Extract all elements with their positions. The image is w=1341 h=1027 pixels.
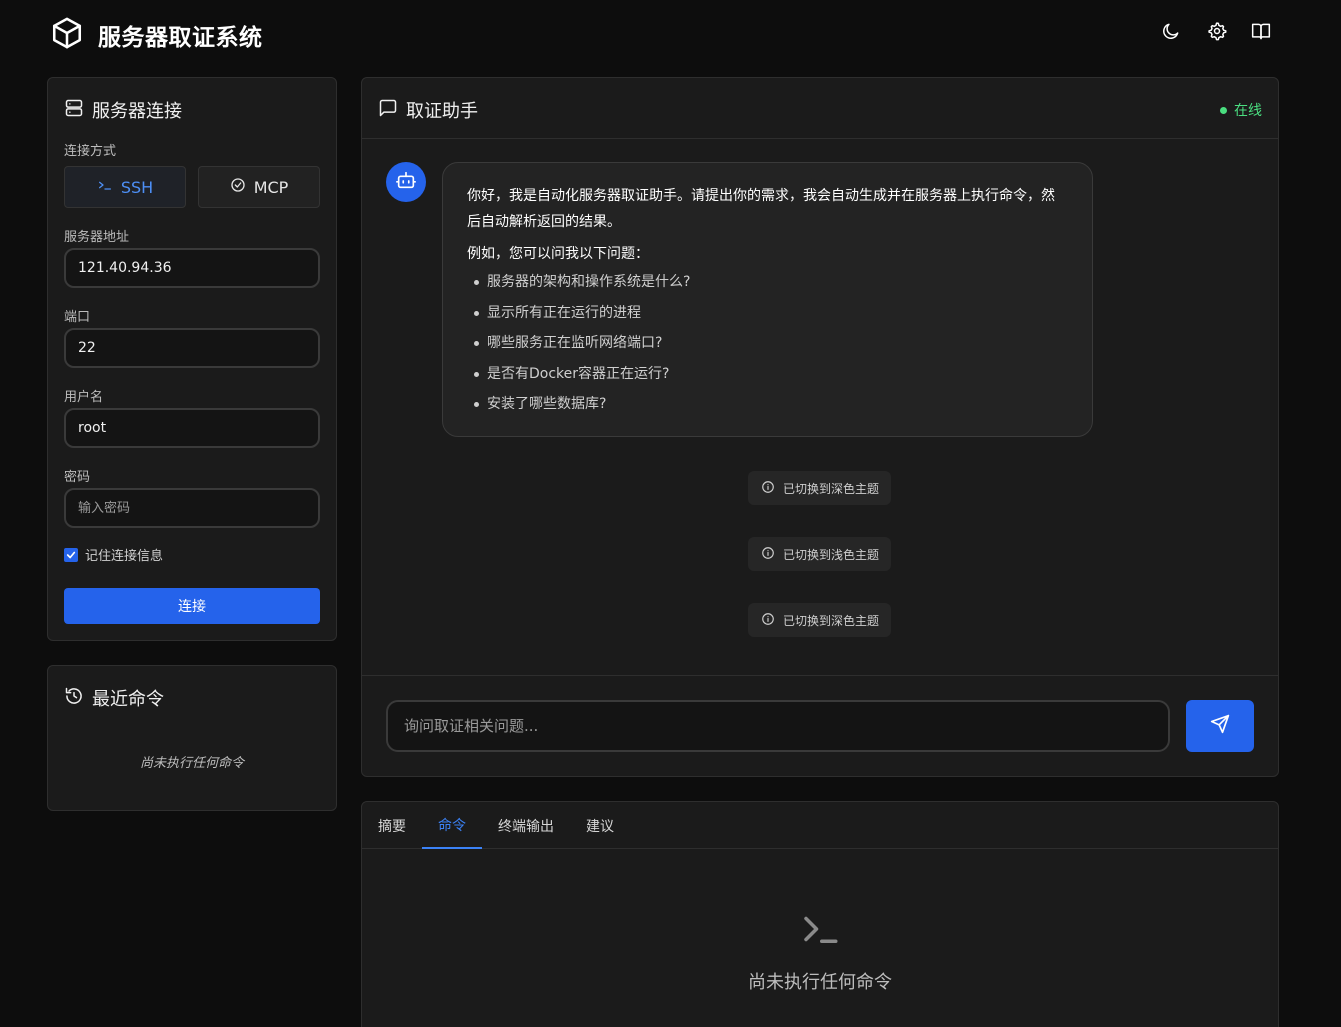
settings-button[interactable] — [1205, 21, 1229, 45]
password-input[interactable] — [64, 488, 320, 528]
status-text: 在线 — [1234, 103, 1262, 119]
connection-card-title: 服务器连接 — [92, 101, 182, 122]
info-icon — [761, 480, 775, 497]
port-input[interactable] — [64, 328, 320, 368]
example-questions-list: 服务器的架构和操作系统是什么? 显示所有正在运行的进程 哪些服务正在监听网络端口… — [467, 267, 1068, 420]
password-label: 密码 — [64, 470, 91, 485]
username-label: 用户名 — [64, 390, 104, 405]
terminal-icon — [799, 908, 841, 954]
connection-card-header: 服务器连接 — [64, 97, 182, 123]
recent-card-title: 最近命令 — [92, 689, 164, 710]
chat-header: 取证助手 — [378, 97, 478, 123]
list-item[interactable]: 显示所有正在运行的进程 — [467, 298, 1068, 329]
results-tabs: 摘要 命令 终端输出 建议 — [362, 802, 1278, 849]
tab-commands[interactable]: 命令 — [422, 802, 482, 849]
theme-toggle-button[interactable] — [1159, 21, 1183, 45]
server-connection-card: 服务器连接 连接方式 SSH MCP 服务器地址 端口 — [47, 77, 337, 641]
send-icon — [1210, 714, 1230, 738]
chat-title: 取证助手 — [406, 101, 478, 122]
assistant-message-bubble: 你好，我是自动化服务器取证助手。请提出你的需求，我会自动生成并在服务器上执行命令… — [442, 162, 1093, 437]
tab-suggestions[interactable]: 建议 — [570, 802, 630, 849]
send-button[interactable] — [1186, 700, 1254, 752]
app-title: 服务器取证系统 — [98, 25, 263, 51]
ssh-method-button[interactable]: SSH — [64, 166, 186, 208]
results-card: 摘要 命令 终端输出 建议 尚未执行任何命令 — [361, 801, 1279, 1027]
system-note-text: 已切换到深色主题 — [783, 481, 880, 496]
tab-terminal-output[interactable]: 终端输出 — [486, 802, 566, 849]
remember-checkbox[interactable] — [64, 547, 78, 562]
remember-connection-row[interactable]: 记住连接信息 — [64, 545, 163, 564]
status-dot — [1220, 106, 1227, 114]
list-item[interactable]: 哪些服务正在监听网络端口? — [467, 328, 1068, 359]
server-icon — [64, 98, 84, 123]
docs-button[interactable] — [1249, 21, 1273, 45]
online-status: 在线 — [1220, 100, 1262, 120]
cube-logo-icon — [50, 16, 84, 50]
mcp-method-label: MCP — [253, 177, 289, 197]
chat-input-divider — [362, 675, 1278, 676]
book-icon — [1251, 21, 1271, 45]
remember-label: 记住连接信息 — [85, 549, 164, 564]
top-header: 服务器取证系统 — [0, 0, 1341, 68]
ssh-method-label: SSH — [120, 177, 154, 197]
moon-icon — [1161, 21, 1181, 45]
recent-commands-card: 最近命令 尚未执行任何命令 — [47, 665, 337, 811]
check-circle-icon — [230, 177, 246, 197]
system-note: 已切换到浅色主题 — [748, 537, 891, 571]
tab-summary[interactable]: 摘要 — [366, 802, 418, 849]
message-square-icon — [378, 98, 398, 123]
mcp-method-button[interactable]: MCP — [198, 166, 320, 208]
host-label: 服务器地址 — [64, 230, 130, 245]
app-root: 服务器取证系统 服务器连接 连接方式 SSH MCP 服务器地址 121.40.… — [0, 0, 1341, 1027]
connection-method-label: 连接方式 — [64, 144, 117, 159]
info-icon — [761, 546, 775, 563]
assistant-chat-card: 取证助手 在线 你好，我是自动化服务器取证助手。请提出你的需求，我会自动生成并在… — [361, 77, 1279, 777]
recent-card-header: 最近命令 — [64, 685, 164, 711]
greeting-text: 你好，我是自动化服务器取证助手。请提出你的需求，我会自动生成并在服务器上执行命令… — [467, 188, 1055, 230]
bot-icon — [395, 169, 417, 195]
port-label: 端口 — [64, 310, 91, 325]
host-input[interactable] — [64, 248, 320, 288]
username-input[interactable] — [64, 408, 320, 448]
system-note: 已切换到深色主题 — [748, 603, 891, 637]
terminal-icon — [97, 177, 113, 197]
system-note-text: 已切换到深色主题 — [783, 613, 880, 628]
list-item[interactable]: 服务器的架构和操作系统是什么? — [467, 267, 1068, 298]
chat-input[interactable] — [386, 700, 1170, 752]
connect-button[interactable]: 连接 — [64, 588, 320, 624]
list-item[interactable]: 是否有Docker容器正在运行? — [467, 359, 1068, 390]
info-icon — [761, 612, 775, 629]
list-item[interactable]: 安装了哪些数据库? — [467, 389, 1068, 420]
history-icon — [64, 686, 84, 711]
system-note: 已切换到深色主题 — [748, 471, 891, 505]
system-note-text: 已切换到浅色主题 — [783, 547, 880, 562]
commands-empty-text: 尚未执行任何命令 — [748, 972, 892, 993]
gear-icon — [1207, 21, 1227, 45]
bot-avatar — [386, 162, 426, 202]
chat-header-divider — [362, 138, 1278, 139]
examples-intro: 例如，您可以问我以下问题： — [467, 246, 649, 262]
recent-empty-text: 尚未执行任何命令 — [139, 756, 244, 771]
